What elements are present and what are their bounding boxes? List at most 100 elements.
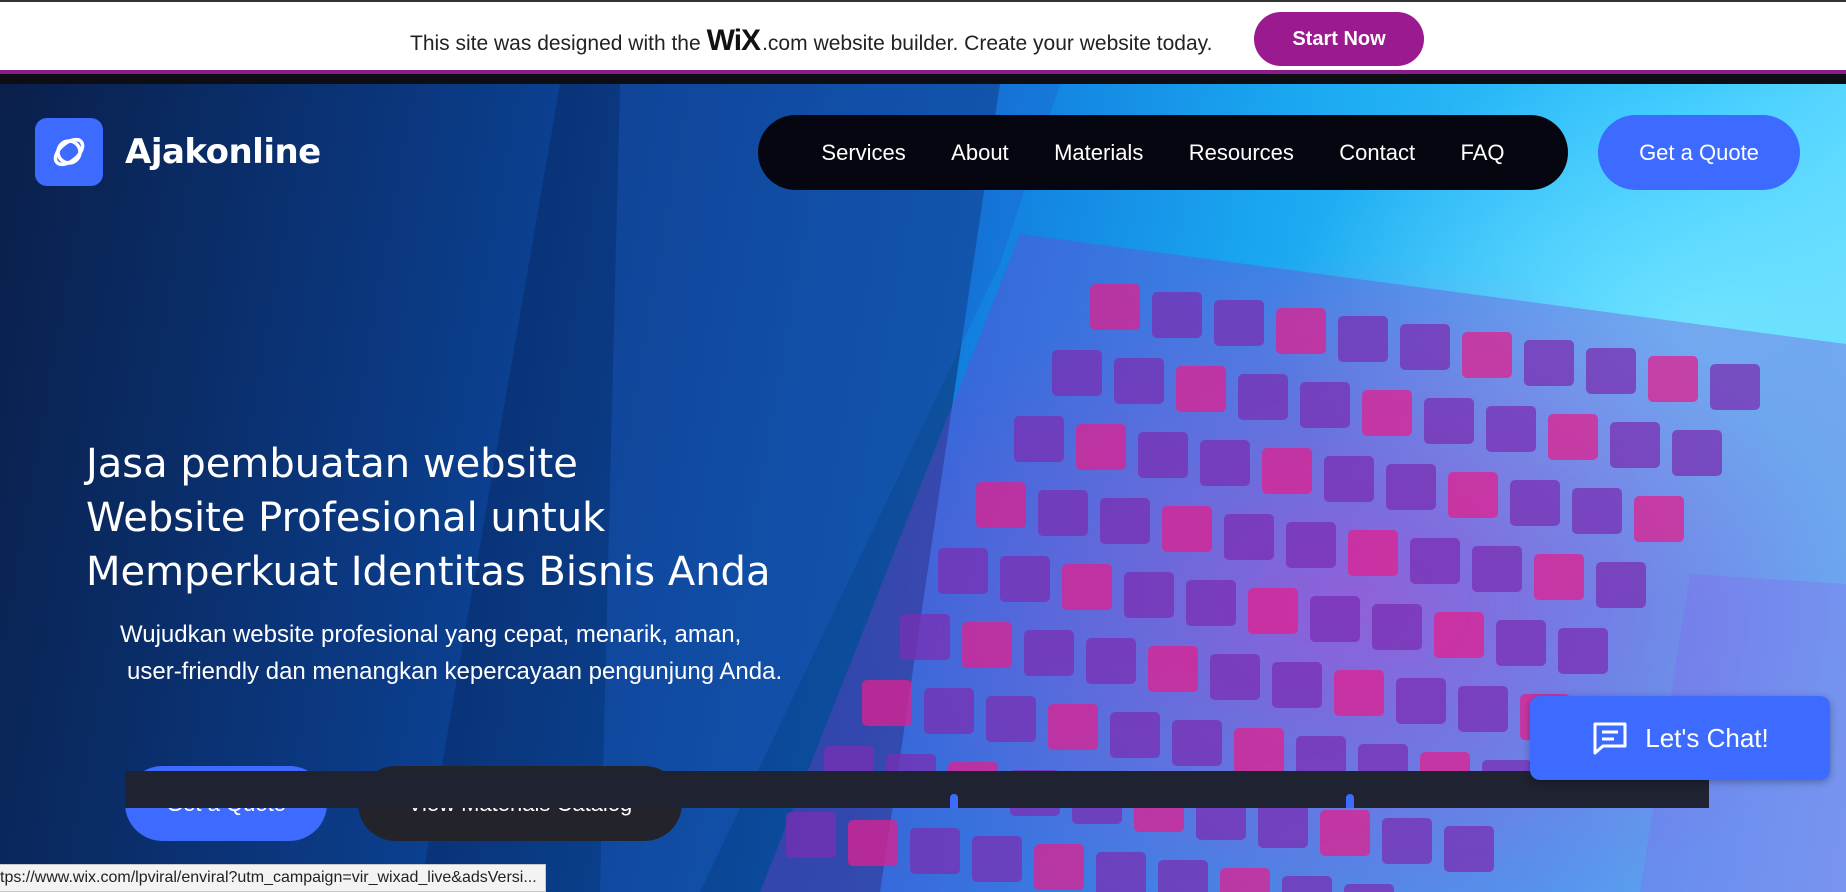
keyboard-key	[1586, 348, 1636, 394]
keyboard-key	[848, 820, 898, 866]
keyboard-key	[1320, 810, 1370, 856]
keyboard-key	[1158, 860, 1208, 892]
keyboard-key	[1276, 308, 1326, 354]
keyboard-key	[1444, 826, 1494, 872]
keyboard-key	[1558, 628, 1608, 674]
keyboard-key	[1610, 422, 1660, 468]
keyboard-key	[1034, 844, 1084, 890]
keyboard-key	[1348, 530, 1398, 576]
panel-marker	[1346, 794, 1354, 808]
keyboard-key	[1634, 496, 1684, 542]
keyboard-key	[924, 688, 974, 734]
nav-item-services[interactable]: Services	[821, 140, 905, 166]
keyboard-key	[1124, 572, 1174, 618]
hero-subtext: Wujudkan website profesional yang cepat,…	[120, 616, 782, 690]
main-nav: Services About Materials Resources Conta…	[758, 115, 1568, 190]
keyboard-key	[1024, 630, 1074, 676]
keyboard-key	[1186, 580, 1236, 626]
wix-promo-banner: This site was designed with the WiX .com…	[0, 0, 1846, 74]
keyboard-key	[1424, 398, 1474, 444]
hero-headline-line: Jasa pembuatan website	[86, 441, 578, 487]
keyboard-key	[910, 828, 960, 874]
keyboard-key	[1152, 292, 1202, 338]
keyboard-key	[1214, 300, 1264, 346]
keyboard-key	[1100, 498, 1150, 544]
keyboard-key	[1672, 430, 1722, 476]
keyboard-key	[1000, 556, 1050, 602]
keyboard-key	[1048, 704, 1098, 750]
keyboard-key	[1648, 356, 1698, 402]
keyboard-key	[1200, 440, 1250, 486]
keyboard-key	[1510, 480, 1560, 526]
hero-headline: Jasa pembuatan website Website Profesion…	[86, 437, 770, 599]
keyboard-key	[1572, 488, 1622, 534]
header-get-quote-button[interactable]: Get a Quote	[1598, 115, 1800, 190]
brand-logo[interactable]: Ajakonline	[35, 118, 321, 186]
keyboard-key	[1458, 686, 1508, 732]
nav-item-about[interactable]: About	[951, 140, 1009, 166]
keyboard-key	[1086, 638, 1136, 684]
keyboard-key	[1262, 448, 1312, 494]
keyboard-key	[1596, 562, 1646, 608]
keyboard-key	[1344, 884, 1394, 892]
keyboard-key	[1286, 522, 1336, 568]
status-bar-url: tps://www.wix.com/lpviral/enviral?utm_ca…	[0, 864, 546, 892]
keyboard-key	[862, 680, 912, 726]
keyboard-key	[1176, 366, 1226, 412]
keyboard-key	[1324, 456, 1374, 502]
keyboard-key	[1162, 506, 1212, 552]
keyboard-key	[1300, 382, 1350, 428]
wix-promo-text-after: website builder. Create your website tod…	[813, 32, 1213, 55]
keyboard-key	[1052, 350, 1102, 396]
keyboard-key	[786, 812, 836, 858]
keyboard-key	[1386, 464, 1436, 510]
keyboard-key	[1062, 564, 1112, 610]
keyboard-key	[1076, 424, 1126, 470]
lets-chat-button[interactable]: Let's Chat!	[1530, 696, 1830, 780]
keyboard-key	[1548, 414, 1598, 460]
banner-shadow-strip	[0, 74, 1846, 84]
wix-logo: WiX	[706, 24, 761, 57]
keyboard-key	[1338, 316, 1388, 362]
keyboard-key	[1524, 340, 1574, 386]
wix-promo-text[interactable]: This site was designed with the WiX .com…	[410, 24, 1212, 58]
keyboard-key	[1434, 612, 1484, 658]
chat-bubble-icon	[1591, 720, 1629, 756]
keyboard-key	[1238, 374, 1288, 420]
keyboard-key	[962, 622, 1012, 668]
keyboard-key	[1310, 596, 1360, 642]
keyboard-key	[1172, 720, 1222, 766]
keyboard-key	[1472, 546, 1522, 592]
keyboard-key	[1258, 802, 1308, 848]
nav-item-contact[interactable]: Contact	[1339, 140, 1415, 166]
keyboard-key	[1148, 646, 1198, 692]
keyboard-key	[1224, 514, 1274, 560]
keyboard-key	[1220, 868, 1270, 892]
nav-item-resources[interactable]: Resources	[1189, 140, 1294, 166]
keyboard-key	[1462, 332, 1512, 378]
keyboard-key	[1486, 406, 1536, 452]
keyboard-key	[1334, 670, 1384, 716]
keyboard-key	[1110, 712, 1160, 758]
nav-item-faq[interactable]: FAQ	[1461, 140, 1505, 166]
wix-promo-text-before: This site was designed with the	[410, 32, 701, 55]
keyboard-key	[1138, 432, 1188, 478]
keyboard-key	[1114, 358, 1164, 404]
keyboard-key	[1496, 620, 1546, 666]
wix-dotcom: .com	[762, 32, 808, 55]
keyboard-key	[1382, 818, 1432, 864]
keyboard-key	[900, 614, 950, 660]
brand-name: Ajakonline	[125, 132, 321, 172]
keyboard-key	[1038, 490, 1088, 536]
bottom-panel	[125, 771, 1709, 808]
keyboard-key	[1396, 678, 1446, 724]
keyboard-key	[986, 696, 1036, 742]
hero-subtext-line: Wujudkan website profesional yang cepat,…	[120, 621, 742, 648]
start-now-button[interactable]: Start Now	[1254, 12, 1424, 66]
nav-item-materials[interactable]: Materials	[1054, 140, 1143, 166]
keyboard-key	[1534, 554, 1584, 600]
hero-headline-line: Memperkuat Identitas Bisnis Anda	[86, 549, 771, 595]
keyboard-key	[1400, 324, 1450, 370]
keyboard-key	[1282, 876, 1332, 892]
keyboard-key	[938, 548, 988, 594]
